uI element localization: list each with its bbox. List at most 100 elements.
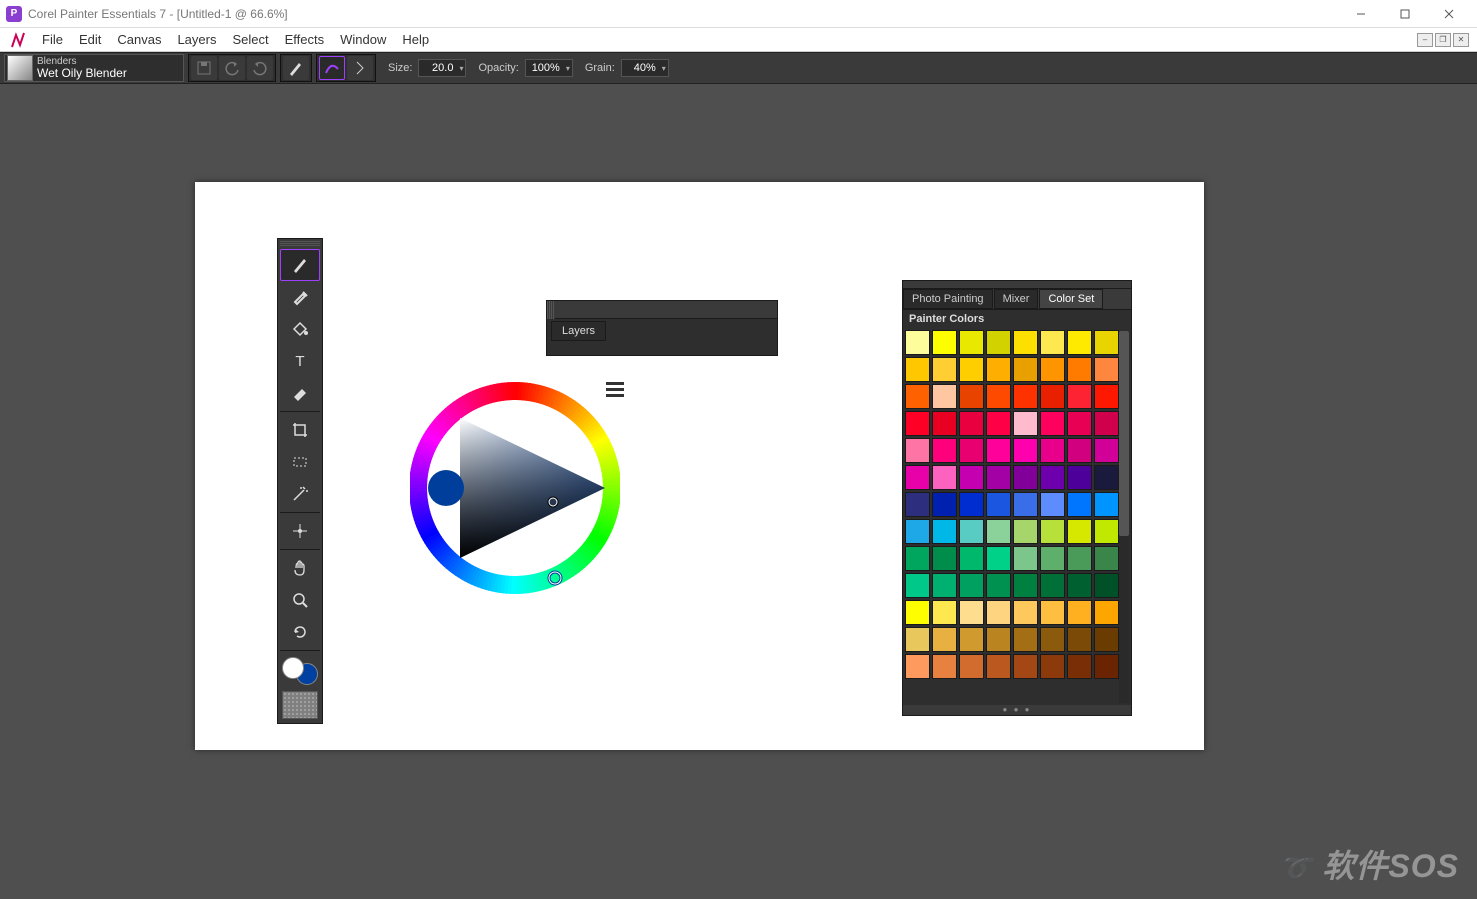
tab-photo-painting[interactable]: Photo Painting (903, 289, 993, 309)
color-swatch[interactable] (1040, 411, 1065, 436)
rotate-tool[interactable] (280, 616, 320, 648)
color-swatch[interactable] (986, 654, 1011, 679)
color-swatch[interactable] (905, 600, 930, 625)
color-swatch[interactable] (1067, 330, 1092, 355)
color-swatch[interactable] (905, 357, 930, 382)
color-swatch[interactable] (986, 357, 1011, 382)
undo-button[interactable] (219, 56, 245, 80)
color-swatch[interactable] (959, 627, 984, 652)
color-swatch[interactable] (959, 492, 984, 517)
color-swatch[interactable] (1040, 492, 1065, 517)
dab-preview-button[interactable] (319, 56, 345, 80)
color-swatch[interactable] (959, 357, 984, 382)
color-swatch[interactable] (1067, 654, 1092, 679)
color-swatch[interactable] (1040, 465, 1065, 490)
grabber-tool[interactable] (280, 552, 320, 584)
color-swatch[interactable] (1040, 438, 1065, 463)
color-swatch[interactable] (986, 627, 1011, 652)
color-swatch[interactable] (986, 492, 1011, 517)
color-swatch[interactable] (986, 330, 1011, 355)
color-swatch[interactable] (1013, 384, 1038, 409)
layers-panel[interactable]: Layers (546, 300, 778, 356)
color-swatch[interactable] (959, 546, 984, 571)
paper-selector[interactable] (282, 691, 318, 719)
magnifier-tool[interactable] (280, 584, 320, 616)
color-swatch[interactable] (1094, 627, 1119, 652)
color-swatch[interactable] (1067, 492, 1092, 517)
paint-bucket-tool[interactable] (280, 313, 320, 345)
layers-tab[interactable]: Layers (551, 321, 606, 341)
color-swatch[interactable] (1040, 330, 1065, 355)
color-swatch[interactable] (1067, 600, 1092, 625)
color-swatch[interactable] (1067, 627, 1092, 652)
color-swatch[interactable] (905, 546, 930, 571)
color-swatch[interactable] (905, 411, 930, 436)
color-swatch[interactable] (1040, 519, 1065, 544)
color-swatch[interactable] (1094, 546, 1119, 571)
color-swatch[interactable] (986, 600, 1011, 625)
color-swatch[interactable] (1013, 411, 1038, 436)
layers-panel-grip[interactable] (547, 301, 555, 319)
mdi-close-button[interactable]: ✕ (1453, 33, 1469, 47)
color-swatch[interactable] (1013, 465, 1038, 490)
transform-tool[interactable] (280, 515, 320, 547)
color-swatch[interactable] (905, 438, 930, 463)
minimize-button[interactable] (1339, 0, 1383, 28)
color-swatch[interactable] (1094, 384, 1119, 409)
color-swatch[interactable] (905, 654, 930, 679)
color-swatch[interactable] (959, 573, 984, 598)
color-swatch[interactable] (959, 384, 984, 409)
opacity-input[interactable]: 100% (525, 59, 573, 77)
color-swatch[interactable] (1013, 546, 1038, 571)
color-swatch[interactable] (1013, 654, 1038, 679)
text-tool[interactable]: T (280, 345, 320, 377)
color-swatch[interactable] (1067, 546, 1092, 571)
brush-tool-shortcut[interactable] (283, 56, 309, 80)
panel-menu-icon[interactable] (606, 382, 624, 397)
color-swatch[interactable] (1094, 573, 1119, 598)
tab-color-set[interactable]: Color Set (1039, 289, 1103, 309)
color-swatch[interactable] (1013, 573, 1038, 598)
color-swatch[interactable] (959, 519, 984, 544)
mdi-minimize-button[interactable]: – (1417, 33, 1433, 47)
color-swatch[interactable] (1040, 627, 1065, 652)
dropper-tool[interactable] (280, 281, 320, 313)
color-swatch[interactable] (986, 573, 1011, 598)
mdi-restore-button[interactable]: ❐ (1435, 33, 1451, 47)
color-swatch[interactable] (1013, 600, 1038, 625)
color-swatch[interactable] (932, 438, 957, 463)
color-swatch[interactable] (932, 357, 957, 382)
panel-resize-handle[interactable]: ● ● ● (903, 705, 1131, 715)
menu-effects[interactable]: Effects (277, 30, 333, 49)
color-swatch[interactable] (1013, 357, 1038, 382)
save-button[interactable] (191, 56, 217, 80)
color-swatch[interactable] (1067, 573, 1092, 598)
magic-wand-tool[interactable] (280, 478, 320, 510)
color-swatch[interactable] (986, 384, 1011, 409)
brush-tool[interactable] (280, 249, 320, 281)
colorset-panel-grip[interactable] (903, 281, 1131, 289)
color-swatch[interactable] (1094, 411, 1119, 436)
swatch-scrollbar[interactable] (1119, 331, 1129, 703)
color-swatch[interactable] (986, 465, 1011, 490)
color-swatch[interactable] (932, 546, 957, 571)
main-color-swatch[interactable] (282, 657, 304, 679)
color-swatch[interactable] (905, 627, 930, 652)
menu-layers[interactable]: Layers (169, 30, 224, 49)
color-swatch[interactable] (932, 411, 957, 436)
color-swatch[interactable] (1094, 357, 1119, 382)
color-swatch[interactable] (932, 654, 957, 679)
color-swatch[interactable] (1067, 438, 1092, 463)
color-swatch[interactable] (1067, 411, 1092, 436)
size-input[interactable]: 20.0 (418, 59, 466, 77)
color-swatch[interactable] (1067, 384, 1092, 409)
close-button[interactable] (1427, 0, 1471, 28)
color-swatch[interactable] (1013, 627, 1038, 652)
color-swatch[interactable] (1013, 492, 1038, 517)
color-swatch[interactable] (1040, 384, 1065, 409)
color-swatch[interactable] (932, 519, 957, 544)
eraser-tool[interactable] (280, 377, 320, 409)
menu-window[interactable]: Window (332, 30, 394, 49)
color-swatch[interactable] (1013, 330, 1038, 355)
menu-canvas[interactable]: Canvas (109, 30, 169, 49)
